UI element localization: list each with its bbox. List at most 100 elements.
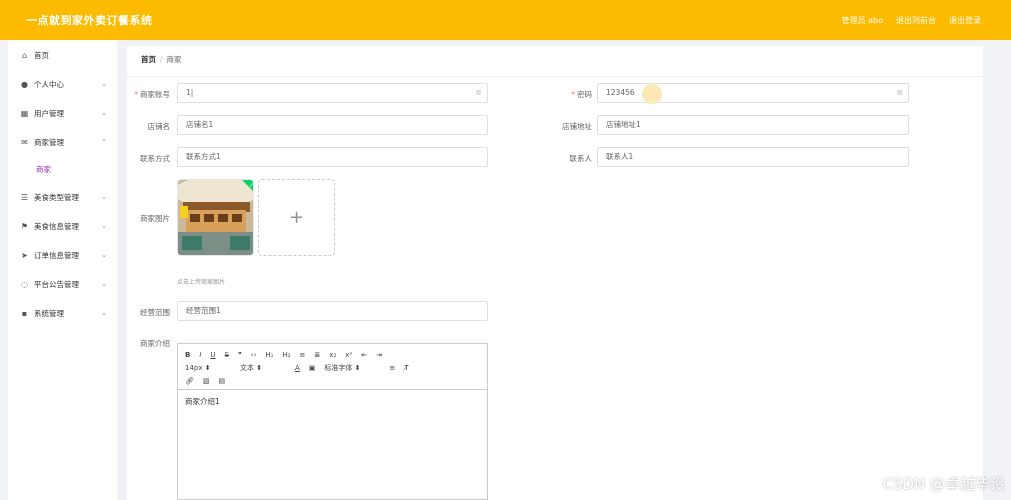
strike-button[interactable]: S <box>225 351 229 359</box>
h1-button[interactable]: H₁ <box>265 351 273 359</box>
current-user: 管理员 abo <box>841 15 883 25</box>
toolbar-row-1: B I U S ❞ ‹› H₁ H₂ ≡ ≣ x₂ x² ⇤ ⇥ <box>185 348 480 361</box>
mouse-cursor-highlight <box>642 84 662 104</box>
flag-icon: ⚑ <box>20 221 29 231</box>
rich-text-editor[interactable]: B I U S ❞ ‹› H₁ H₂ ≡ ≣ x₂ x² ⇤ ⇥ 14px ⬍ … <box>177 343 488 500</box>
clear-format-icon[interactable]: T̸ <box>404 364 408 372</box>
quote-button[interactable]: ❞ <box>238 351 242 359</box>
breadcrumb: 首页 / 商家 <box>141 55 182 64</box>
subscript-button[interactable]: x₂ <box>329 351 336 359</box>
link-icon[interactable]: 🔗︎ <box>185 377 194 385</box>
submenu-merchant[interactable]: 商家 <box>36 164 51 175</box>
svg-text:✓: ✓ <box>249 182 254 189</box>
sidebar-item-label: 用户管理 <box>34 108 64 118</box>
shop-name-label: 店铺名 <box>147 122 171 131</box>
sidebar-item-label: 商家管理 <box>34 137 64 147</box>
upload-tip: 点击上传商家图片 <box>177 279 226 286</box>
home-icon: ⌂ <box>21 50 28 60</box>
sidebar-item-users[interactable]: ▦ 用户管理 ⌄ <box>8 103 117 123</box>
underline-button[interactable]: U <box>210 351 215 359</box>
header-actions: 管理员 abo 退出到前台 退出登录 <box>842 15 981 26</box>
sidebar-item-orders[interactable]: ➤ 订单信息管理 ⌄ <box>8 245 117 265</box>
font-color-icon[interactable]: A <box>295 364 300 372</box>
image-icon[interactable]: ▨ <box>203 377 210 385</box>
indent-button[interactable]: ⇥ <box>376 351 382 359</box>
contact-label: 联系方式 <box>140 154 170 163</box>
sidebar-item-label: 平台公告管理 <box>34 279 79 289</box>
chevron-up-icon: ⌃ <box>101 138 107 146</box>
chevron-down-icon: ⌄ <box>101 222 107 230</box>
app-title: 一点就到家外卖订餐系统 <box>26 14 153 27</box>
contact-person-input[interactable]: 联系人1 <box>597 147 909 167</box>
send-icon: ➤ <box>21 250 28 260</box>
sidebar-item-label: 美食类型管理 <box>34 192 79 202</box>
chevron-down-icon: ⌄ <box>101 80 107 88</box>
shop-name-input[interactable]: 店铺名1 <box>177 115 488 135</box>
align-icon[interactable]: ≡ <box>389 364 395 372</box>
video-icon[interactable]: ▤ <box>219 377 226 385</box>
chevron-down-icon: ⌄ <box>101 193 107 201</box>
breadcrumb-current: 商家 <box>166 55 182 64</box>
ordered-list-button[interactable]: ≡ <box>300 351 306 359</box>
chevron-down-icon: ⌄ <box>101 280 107 288</box>
code-button[interactable]: ‹› <box>251 351 257 359</box>
h2-button[interactable]: H₂ <box>282 351 290 359</box>
mail-icon: ✉ <box>21 137 28 147</box>
shop-photo: ✓ <box>178 180 254 255</box>
shop-address-input[interactable]: 店铺地址1 <box>597 115 909 135</box>
sidebar-item-home[interactable]: ⌂ 首页 <box>8 45 117 65</box>
background-color-icon[interactable]: ▣ <box>309 364 316 372</box>
image-label: 商家图片 <box>140 214 170 223</box>
sidebar-item-label: 个人中心 <box>34 79 64 89</box>
editor-content[interactable]: 商家介绍1 <box>178 390 487 413</box>
bold-button[interactable]: B <box>185 351 190 359</box>
user-icon: ● <box>21 79 28 89</box>
sidebar-item-food-info[interactable]: ⚑ 美食信息管理 ⌄ <box>8 216 117 236</box>
contact-input[interactable]: 联系方式1 <box>177 147 488 167</box>
chevron-down-icon: ⌄ <box>101 251 107 259</box>
outdent-button[interactable]: ⇤ <box>361 351 367 359</box>
globe-icon: ◌ <box>21 279 28 289</box>
header-select[interactable]: 文本 ⬍ <box>240 363 286 373</box>
clear-icon[interactable]: ⊗ <box>475 84 482 102</box>
toolbar-row-2: 14px ⬍ 文本 ⬍ A ▣ 标准字体 ⬍ ≡ T̸ <box>185 361 480 374</box>
sidebar: ⌂ 首页 ● 个人中心 ⌄ ▦ 用户管理 ⌄ ✉ 商家管理 ⌃ 商家 ☰ 美食类… <box>8 40 117 500</box>
sidebar-item-merchants[interactable]: ✉ 商家管理 ⌃ <box>8 132 117 152</box>
back-to-front-link[interactable]: 退出到前台 <box>896 15 936 26</box>
clear-icon[interactable]: ⊗ <box>896 84 903 102</box>
list-icon: ☰ <box>20 192 29 202</box>
scope-label: 经营范围 <box>140 308 170 317</box>
add-image-button[interactable]: + <box>258 179 335 256</box>
sidebar-item-food-types[interactable]: ☰ 美食类型管理 ⌄ <box>8 187 117 207</box>
sidebar-item-system[interactable]: ▪ 系统管理 ⌄ <box>8 303 117 323</box>
chevron-down-icon: ⌄ <box>101 309 107 317</box>
password-label: * 密码 <box>571 90 592 99</box>
toolbar-row-3: 🔗︎ ▨ ▤ <box>185 374 480 387</box>
logout-link[interactable]: 退出登录 <box>949 15 981 26</box>
font-size-select[interactable]: 14px ⬍ <box>185 364 231 372</box>
font-family-select[interactable]: 标准字体 ⬍ <box>324 363 380 373</box>
superscript-button[interactable]: x² <box>345 351 352 359</box>
sidebar-item-personal[interactable]: ● 个人中心 ⌄ <box>8 74 117 94</box>
watermark: CSDN @卓越毕设 <box>882 475 1005 493</box>
chevron-down-icon: ⌄ <box>101 109 107 117</box>
scope-input[interactable]: 经营范围1 <box>177 301 488 321</box>
sidebar-item-label: 首页 <box>34 50 49 60</box>
sidebar-item-label: 美食信息管理 <box>34 221 79 231</box>
sidebar-item-label: 系统管理 <box>34 308 64 318</box>
sidebar-item-announcements[interactable]: ◌ 平台公告管理 ⌄ <box>8 274 117 294</box>
italic-button[interactable]: I <box>199 351 201 359</box>
bullet-list-button[interactable]: ≣ <box>314 351 320 359</box>
account-input[interactable]: 1| ⊗ <box>177 83 488 103</box>
account-label: * 商家账号 <box>134 90 170 99</box>
intro-label: 商家介绍 <box>140 339 170 348</box>
users-icon: ▦ <box>20 108 29 118</box>
main-content: 首页 / 商家 * 商家账号 1| ⊗ * 密码 123456 ⊗ 店铺名 店铺名1 店… <box>127 46 983 500</box>
shop-address-label: 店铺地址 <box>562 122 592 131</box>
breadcrumb-home[interactable]: 首页 <box>141 55 156 64</box>
uploaded-image[interactable]: ✓ <box>177 179 254 256</box>
top-bar: 一点就到家外卖订餐系统 管理员 abo 退出到前台 退出登录 <box>0 0 1011 40</box>
contact-person-label: 联系人 <box>569 154 593 163</box>
divider <box>127 76 983 77</box>
sidebar-item-label: 订单信息管理 <box>34 250 79 260</box>
